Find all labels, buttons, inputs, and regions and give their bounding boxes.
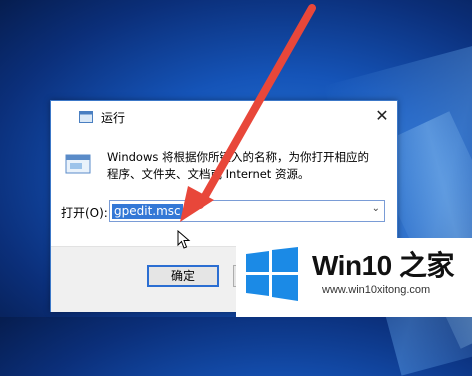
command-input-value[interactable]: gpedit.msc [112, 204, 183, 219]
windows-logo-icon [246, 247, 298, 301]
watermark-url: www.win10xitong.com [322, 284, 431, 296]
dialog-title: 运行 [101, 111, 126, 125]
run-app-icon [79, 111, 93, 123]
ok-button[interactable]: 确定 [147, 265, 219, 287]
watermark-logo: Win10 之家 www.win10xitong.com [236, 238, 472, 317]
close-icon: ✕ [375, 106, 389, 125]
run-app-icon [65, 154, 91, 174]
watermark-brand: Win10 之家 [312, 250, 455, 281]
chevron-down-icon[interactable]: ⌄ [372, 203, 380, 214]
open-label: 打开(O): [61, 206, 108, 220]
cursor-icon [177, 230, 191, 249]
open-combobox[interactable]: gpedit.msc ⌄ [109, 200, 385, 222]
close-button[interactable]: ✕ [371, 105, 393, 127]
title-bar[interactable]: 运行 ✕ [51, 101, 397, 131]
dialog-description: Windows 将根据你所键入的名称，为你打开相应的程序、文件夹、文档或 Int… [107, 150, 369, 181]
